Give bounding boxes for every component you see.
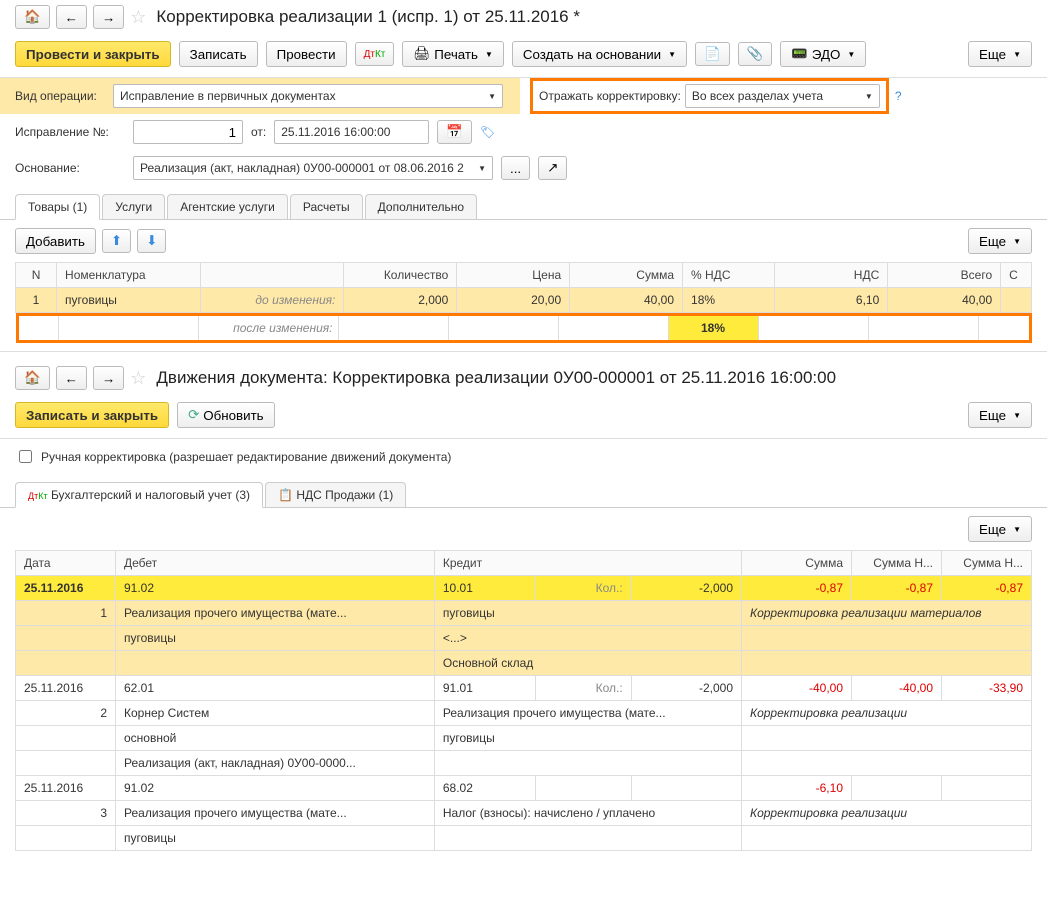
- reflect-select[interactable]: Во всех разделах учета▼: [685, 84, 880, 108]
- basis-input[interactable]: Реализация (акт, накладная) 0У00-000001 …: [133, 156, 493, 180]
- page-title-2: Движения документа: Корректировка реализ…: [156, 368, 836, 388]
- favorite-star-icon-2[interactable]: ☆: [130, 368, 146, 389]
- page-title: Корректировка реализации 1 (испр. 1) от …: [156, 7, 580, 27]
- movement-row-detail: 1 Реализация прочего имущества (мате... …: [16, 601, 1032, 626]
- help-icon[interactable]: ?: [895, 89, 902, 103]
- operation-type-select[interactable]: Исправление в первичных документах▼: [113, 84, 503, 108]
- more-button-4[interactable]: Еще▼: [968, 516, 1032, 542]
- movement-row[interactable]: 25.11.2016 91.02 68.02 -6,10: [16, 776, 1032, 801]
- tab-accounting[interactable]: ДтКт Бухгалтерский и налоговый учет (3): [15, 482, 263, 508]
- attachment-button[interactable]: 📎: [738, 42, 773, 66]
- home-button-2[interactable]: 🏠: [15, 366, 50, 390]
- movement-row-detail: пуговицы <...>: [16, 626, 1032, 651]
- print-button[interactable]: 🖨 Печать▼: [402, 41, 504, 67]
- movement-row-detail: основной пуговицы: [16, 726, 1032, 751]
- correction-no-input[interactable]: [133, 120, 243, 144]
- more-button[interactable]: Еще▼: [968, 41, 1032, 67]
- move-up-button[interactable]: ⬆: [102, 229, 131, 253]
- save-button[interactable]: Записать: [179, 41, 258, 67]
- dt-kt-button[interactable]: ДтКт: [355, 42, 395, 66]
- add-row-button[interactable]: Добавить: [15, 228, 96, 254]
- tab-calculations[interactable]: Расчеты: [290, 194, 363, 219]
- tab-vat-sales[interactable]: 📋 НДС Продажи (1): [265, 482, 406, 507]
- forward-button-2[interactable]: →: [93, 366, 124, 390]
- edo-button[interactable]: 📟 ЭДО▼: [780, 41, 866, 67]
- movement-row-detail: 3 Реализация прочего имущества (мате... …: [16, 801, 1032, 826]
- save-and-close-button[interactable]: Записать и закрыть: [15, 402, 169, 428]
- table-row[interactable]: 1 пуговицы до изменения: 2,000 20,00 40,…: [16, 288, 1032, 313]
- movement-row[interactable]: 25.11.2016 62.01 91.01 Кол.: -2,000 -40,…: [16, 676, 1032, 701]
- movement-row-detail: 2 Корнер Систем Реализация прочего имуще…: [16, 701, 1032, 726]
- calendar-button[interactable]: 📅: [437, 120, 472, 144]
- correction-date-input[interactable]: 25.11.2016 16:00:00: [274, 120, 429, 144]
- more-button-3[interactable]: Еще▼: [968, 402, 1032, 428]
- goods-tabs: Товары (1) Услуги Агентские услуги Расче…: [0, 186, 1047, 220]
- movement-row-detail: пуговицы: [16, 826, 1032, 851]
- movement-row-detail: Реализация (акт, накладная) 0У00-0000...: [16, 751, 1032, 776]
- tab-goods[interactable]: Товары (1): [15, 194, 100, 220]
- movement-row-detail: Основной склад: [16, 651, 1032, 676]
- more-button-2[interactable]: Еще▼: [968, 228, 1032, 254]
- refresh-button[interactable]: ⟳ Обновить: [177, 402, 275, 428]
- document-icon-button[interactable]: 📄: [695, 42, 730, 66]
- movements-tabs: ДтКт Бухгалтерский и налоговый учет (3) …: [0, 474, 1047, 508]
- create-based-on-button[interactable]: Создать на основании▼: [512, 41, 687, 67]
- forward-button[interactable]: →: [93, 5, 124, 29]
- status-flag-icon: 🏷: [480, 125, 495, 139]
- table-row-after[interactable]: после изменения: 18%: [16, 313, 1032, 344]
- movements-table: Дата Дебет Кредит Сумма Сумма Н... Сумма…: [15, 550, 1032, 851]
- back-button-2[interactable]: ←: [56, 366, 87, 390]
- manual-edit-label: Ручная корректировка (разрешает редактир…: [41, 450, 451, 464]
- tab-services[interactable]: Услуги: [102, 194, 165, 219]
- tab-additional[interactable]: Дополнительно: [365, 194, 477, 219]
- back-button[interactable]: ←: [56, 5, 87, 29]
- goods-table: N Номенклатура Количество Цена Сумма % Н…: [15, 262, 1032, 343]
- from-label: от:: [251, 125, 266, 139]
- manual-edit-checkbox[interactable]: [19, 450, 32, 463]
- post-and-close-button[interactable]: Провести и закрыть: [15, 41, 171, 67]
- movement-row[interactable]: 25.11.2016 91.02 10.01 Кол.: -2,000 -0,8…: [16, 576, 1032, 601]
- open-basis-button[interactable]: ↗: [538, 156, 567, 180]
- post-button[interactable]: Провести: [266, 41, 347, 67]
- ellipsis-button[interactable]: ...: [501, 156, 530, 180]
- move-down-button[interactable]: ⬇: [137, 229, 166, 253]
- tab-agent-services[interactable]: Агентские услуги: [167, 194, 288, 219]
- favorite-star-icon[interactable]: ☆: [130, 7, 146, 28]
- basis-label: Основание:: [15, 161, 125, 175]
- correction-no-label: Исправление №:: [15, 125, 125, 139]
- home-button[interactable]: 🏠: [15, 5, 50, 29]
- reflect-label: Отражать корректировку:: [539, 89, 681, 103]
- operation-type-label: Вид операции:: [15, 89, 105, 103]
